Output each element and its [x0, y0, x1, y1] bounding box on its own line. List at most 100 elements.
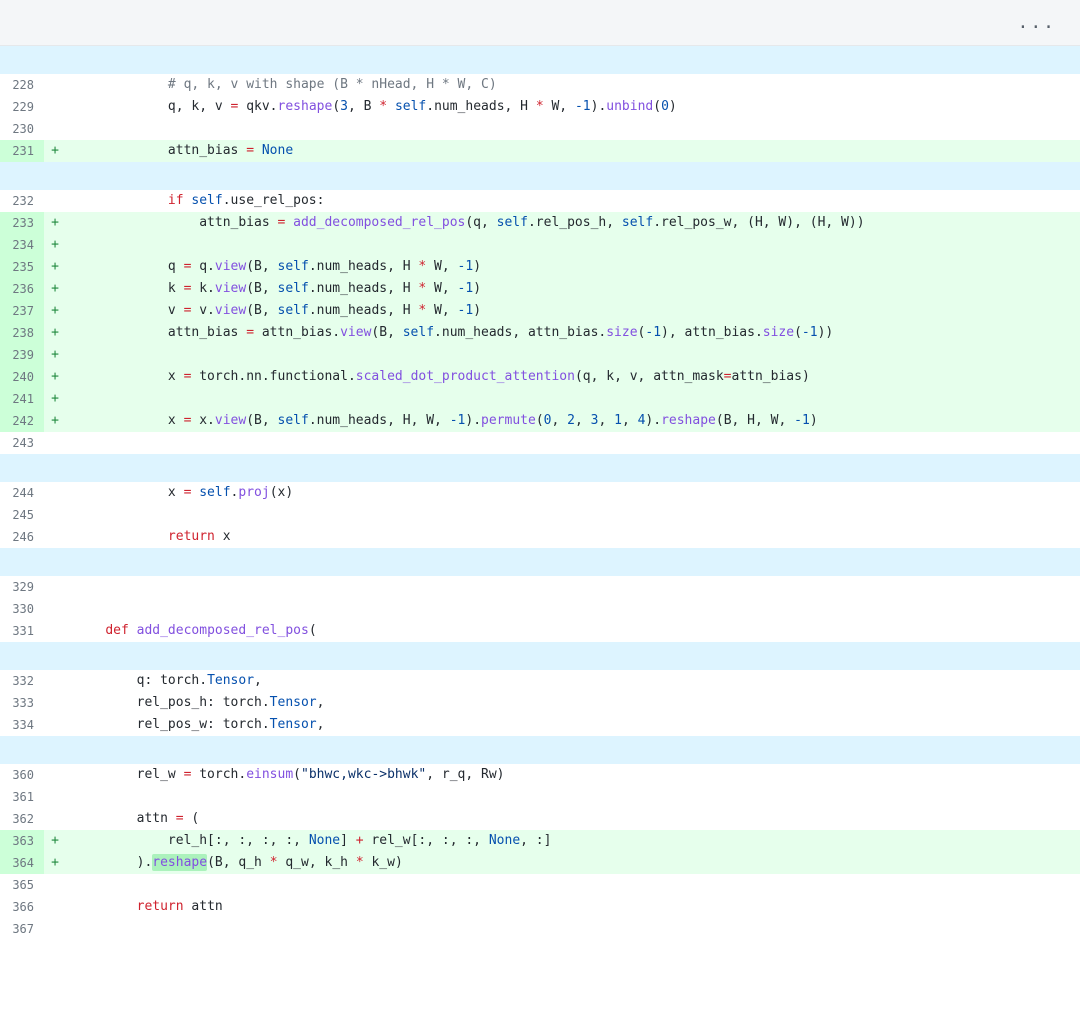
- code-content[interactable]: return attn: [66, 896, 1080, 918]
- line-number[interactable]: 329: [0, 576, 44, 598]
- code-content[interactable]: x = x.view(B, self.num_heads, H, W, -1).…: [66, 410, 1080, 432]
- code-token: .num_heads, attn_bias.: [434, 325, 606, 340]
- diff-row: [0, 46, 1080, 74]
- code-token: .num_heads, H, W,: [309, 413, 450, 428]
- code-token: Tensor: [207, 673, 254, 688]
- code-token: -1: [458, 281, 474, 296]
- line-number[interactable]: 241: [0, 388, 44, 410]
- code-token: 2: [567, 413, 575, 428]
- line-number[interactable]: 333: [0, 692, 44, 714]
- code-content[interactable]: [66, 432, 1080, 454]
- code-token: ): [473, 303, 481, 318]
- code-content[interactable]: q, k, v = qkv.reshape(3, B * self.num_he…: [66, 96, 1080, 118]
- code-content[interactable]: k = k.view(B, self.num_heads, H * W, -1): [66, 278, 1080, 300]
- line-number[interactable]: 244: [0, 482, 44, 504]
- line-number[interactable]: 233: [0, 212, 44, 234]
- code-token: [285, 215, 293, 230]
- line-number[interactable]: 363: [0, 830, 44, 852]
- code-content[interactable]: [66, 388, 1080, 410]
- line-number[interactable]: 360: [0, 764, 44, 786]
- code-content[interactable]: ).reshape(B, q_h * q_w, k_h * k_w): [66, 852, 1080, 874]
- line-number[interactable]: 366: [0, 896, 44, 918]
- code-content[interactable]: rel_pos_h: torch.Tensor,: [66, 692, 1080, 714]
- line-number[interactable]: 362: [0, 808, 44, 830]
- code-token: einsum: [246, 767, 293, 782]
- line-number[interactable]: 242: [0, 410, 44, 432]
- code-token: reshape: [661, 413, 716, 428]
- code-token: *: [270, 855, 278, 870]
- diff-row: 367: [0, 918, 1080, 940]
- code-content[interactable]: [66, 234, 1080, 256]
- code-content[interactable]: x = torch.nn.functional.scaled_dot_produ…: [66, 366, 1080, 388]
- code-token: self: [278, 281, 309, 296]
- code-token: view: [215, 303, 246, 318]
- code-token: q: torch.: [74, 673, 207, 688]
- line-number[interactable]: 246: [0, 526, 44, 548]
- line-number[interactable]: 230: [0, 118, 44, 140]
- more-actions-icon[interactable]: ...: [1017, 12, 1056, 33]
- line-number[interactable]: 365: [0, 874, 44, 896]
- line-number[interactable]: 232: [0, 190, 44, 212]
- code-content[interactable]: [66, 504, 1080, 526]
- line-number[interactable]: 229: [0, 96, 44, 118]
- diff-row: 238+ attn_bias = attn_bias.view(B, self.…: [0, 322, 1080, 344]
- code-content[interactable]: x = self.proj(x): [66, 482, 1080, 504]
- code-content[interactable]: [66, 786, 1080, 808]
- diff-marker: [44, 874, 66, 896]
- code-content[interactable]: attn_bias = None: [66, 140, 1080, 162]
- code-content[interactable]: [66, 344, 1080, 366]
- line-number[interactable]: 245: [0, 504, 44, 526]
- code-content[interactable]: v = v.view(B, self.num_heads, H * W, -1): [66, 300, 1080, 322]
- code-content[interactable]: rel_pos_w: torch.Tensor,: [66, 714, 1080, 736]
- line-number[interactable]: 367: [0, 918, 44, 940]
- line-number[interactable]: 364: [0, 852, 44, 874]
- line-number[interactable]: 238: [0, 322, 44, 344]
- code-content[interactable]: [66, 874, 1080, 896]
- code-content[interactable]: q = q.view(B, self.num_heads, H * W, -1): [66, 256, 1080, 278]
- line-number[interactable]: 237: [0, 300, 44, 322]
- code-content[interactable]: # q, k, v with shape (B * nHead, H * W, …: [66, 74, 1080, 96]
- code-token: self: [395, 99, 426, 114]
- code-content[interactable]: q: torch.Tensor,: [66, 670, 1080, 692]
- line-number[interactable]: 334: [0, 714, 44, 736]
- line-number[interactable]: 243: [0, 432, 44, 454]
- code-content[interactable]: rel_h[:, :, :, :, None] + rel_w[:, :, :,…: [66, 830, 1080, 852]
- code-token: (: [184, 811, 200, 826]
- diff-marker: [44, 764, 66, 786]
- diff-row: 239+: [0, 344, 1080, 366]
- line-number[interactable]: 239: [0, 344, 44, 366]
- code-token: x: [74, 413, 184, 428]
- code-content[interactable]: [66, 918, 1080, 940]
- diff-row: 241+: [0, 388, 1080, 410]
- code-content[interactable]: attn_bias = attn_bias.view(B, self.num_h…: [66, 322, 1080, 344]
- line-number[interactable]: 236: [0, 278, 44, 300]
- code-content[interactable]: if self.use_rel_pos:: [66, 190, 1080, 212]
- line-number[interactable]: 228: [0, 74, 44, 96]
- code-token: reshape: [152, 854, 207, 871]
- code-content[interactable]: def add_decomposed_rel_pos(: [66, 620, 1080, 642]
- code-content[interactable]: [66, 118, 1080, 140]
- code-token: rel_pos_w: torch.: [74, 717, 270, 732]
- code-content[interactable]: [66, 576, 1080, 598]
- code-token: attn_bias): [732, 369, 810, 384]
- line-number[interactable]: 231: [0, 140, 44, 162]
- code-content[interactable]: attn = (: [66, 808, 1080, 830]
- code-token: ): [473, 259, 481, 274]
- line-number[interactable]: 330: [0, 598, 44, 620]
- code-token: W,: [426, 281, 457, 296]
- code-content[interactable]: [66, 598, 1080, 620]
- line-number[interactable]: 332: [0, 670, 44, 692]
- code-token: self: [278, 259, 309, 274]
- code-token: None: [262, 143, 293, 158]
- code-token: (B,: [246, 303, 277, 318]
- code-token: x: [215, 529, 231, 544]
- line-number[interactable]: 361: [0, 786, 44, 808]
- code-content[interactable]: rel_w = torch.einsum("bhwc,wkc->bhwk", r…: [66, 764, 1080, 786]
- line-number[interactable]: 234: [0, 234, 44, 256]
- code-content[interactable]: attn_bias = add_decomposed_rel_pos(q, se…: [66, 212, 1080, 234]
- code-content[interactable]: return x: [66, 526, 1080, 548]
- code-token: rel_w[:, :, :,: [364, 833, 489, 848]
- line-number[interactable]: 331: [0, 620, 44, 642]
- line-number[interactable]: 240: [0, 366, 44, 388]
- line-number[interactable]: 235: [0, 256, 44, 278]
